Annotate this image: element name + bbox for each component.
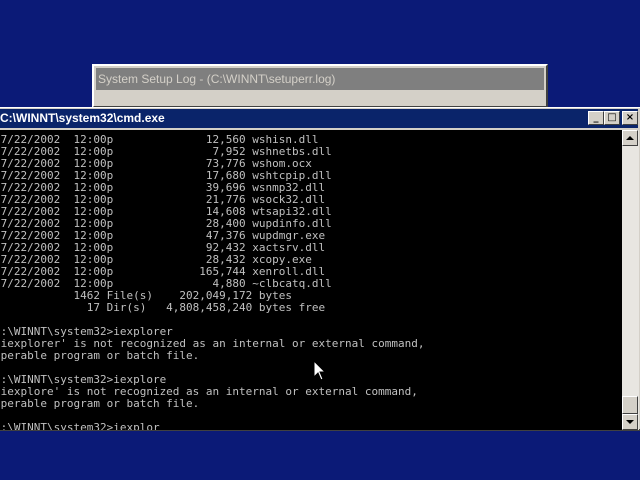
console-text: 07/22/2002 12:00p 12,560 wshisn.dll 07/22…: [0, 134, 424, 431]
close-button[interactable]: ×: [622, 111, 638, 125]
console-line: C:\WINNT\system32>iexplor: [0, 421, 160, 431]
scroll-down-button[interactable]: [622, 414, 638, 430]
cmd-title-text: C:\WINNT\system32\cmd.exe: [0, 111, 165, 125]
console-output[interactable]: 07/22/2002 12:00p 12,560 wshisn.dll 07/22…: [0, 130, 622, 430]
setup-log-window[interactable]: System Setup Log - (C:\WINNT\setuperr.lo…: [92, 64, 548, 108]
setup-log-title[interactable]: System Setup Log - (C:\WINNT\setuperr.lo…: [96, 68, 544, 90]
cmd-title-bar[interactable]: C:\WINNT\system32\cmd.exe _ □ ×: [0, 109, 638, 128]
vertical-scrollbar[interactable]: [622, 130, 639, 430]
console-line: operable program or batch file.: [0, 349, 200, 362]
console-line: 17 Dir(s) 4,808,458,240 bytes free: [0, 301, 326, 314]
console-line: operable program or batch file.: [0, 397, 200, 410]
maximize-button[interactable]: □: [604, 111, 620, 125]
arrow-up-icon: [626, 136, 634, 140]
scroll-up-button[interactable]: [622, 130, 638, 146]
minimize-button[interactable]: _: [588, 111, 604, 125]
arrow-down-icon: [626, 420, 634, 424]
mouse-pointer-icon: [313, 360, 327, 381]
scroll-thumb[interactable]: [622, 396, 638, 414]
cmd-window[interactable]: C:\WINNT\system32\cmd.exe _ □ × 07/22/20…: [0, 107, 640, 431]
